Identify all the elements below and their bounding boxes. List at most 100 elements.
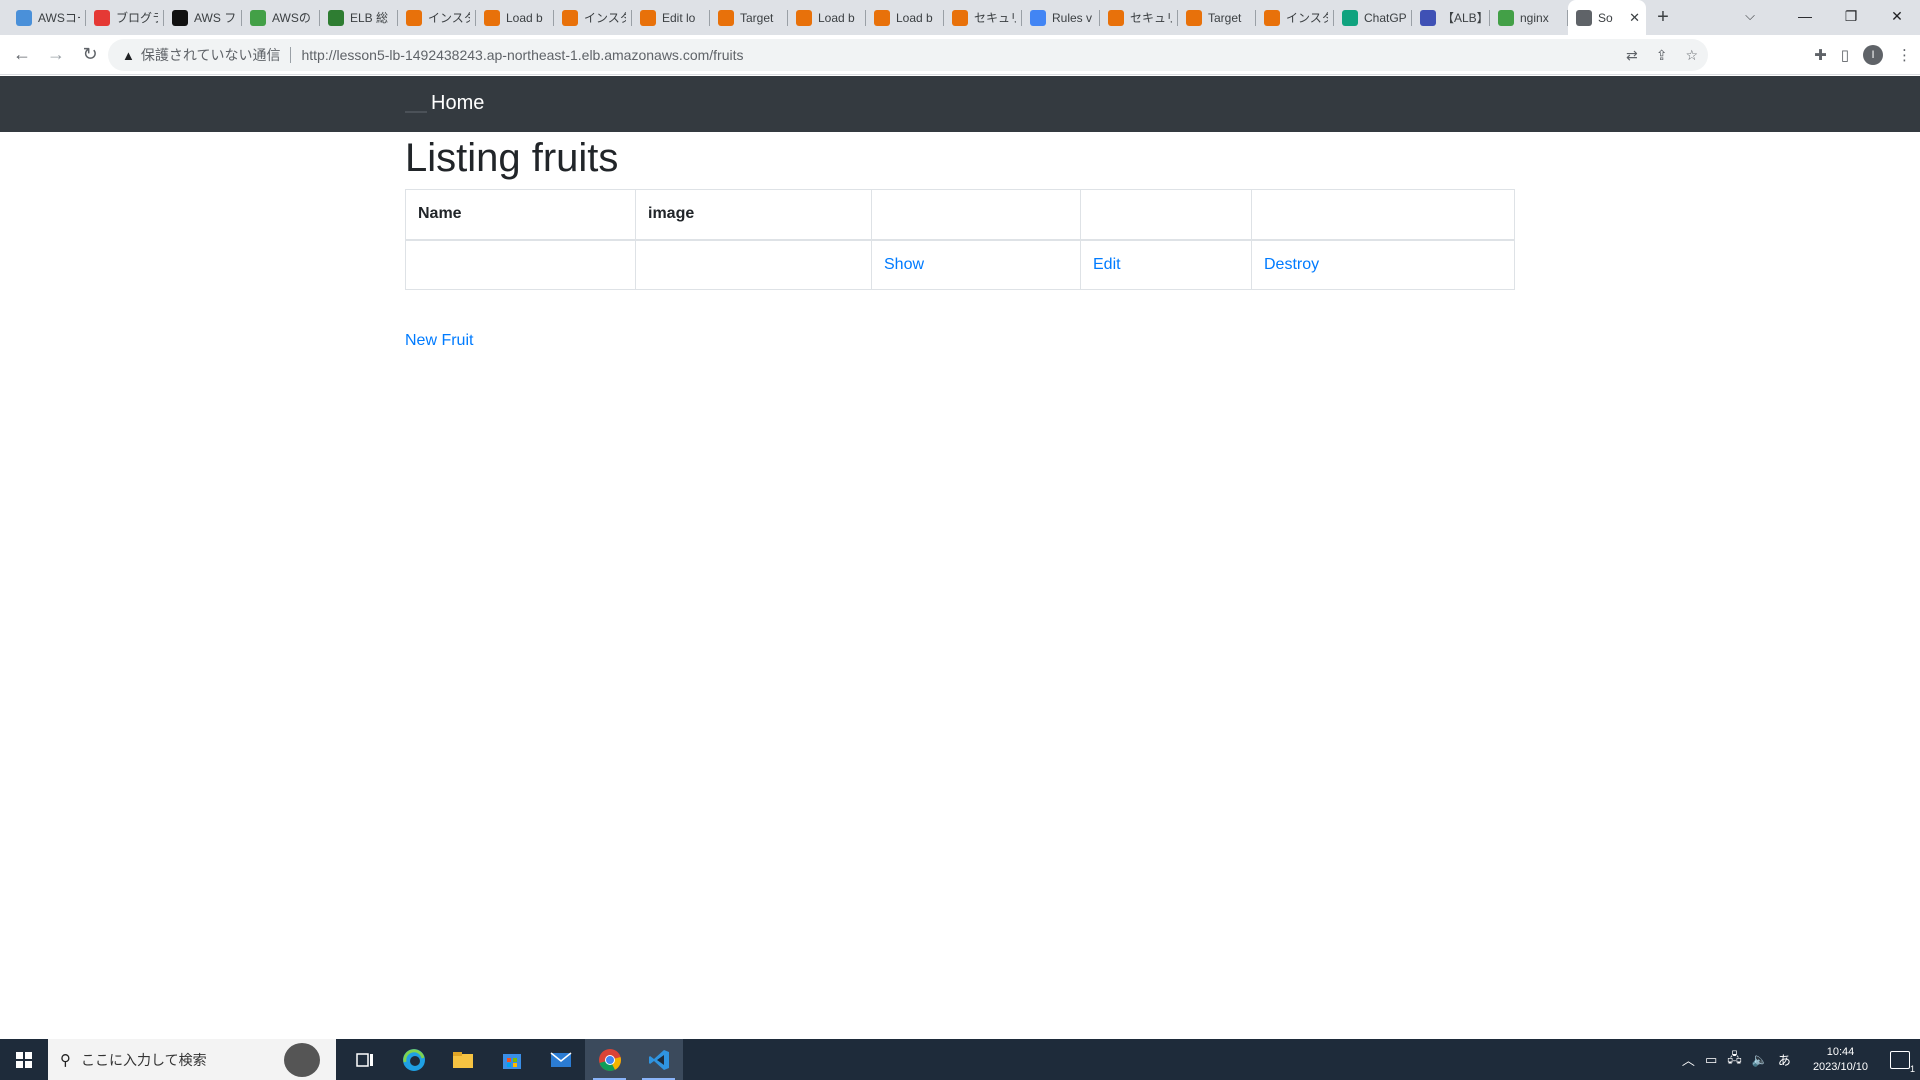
column-header-edit xyxy=(1080,189,1252,241)
nav-home-link[interactable]: Home xyxy=(431,92,484,115)
tab-favicon-icon xyxy=(1264,9,1280,26)
tab-title: ChatGP xyxy=(1364,10,1406,25)
browser-tab[interactable]: 【ALB】 xyxy=(1412,0,1490,35)
tab-title: インスタ xyxy=(584,11,626,25)
profile-avatar[interactable]: I xyxy=(1863,45,1883,65)
tab-title: セキュリ xyxy=(1130,11,1172,25)
clock[interactable]: 10:44 2023/10/10 xyxy=(1813,1045,1868,1075)
notification-icon[interactable]: 1 xyxy=(1890,1050,1915,1074)
file-explorer-icon[interactable] xyxy=(438,1039,487,1080)
tab-favicon-icon xyxy=(796,9,812,26)
tab-favicon-icon xyxy=(406,9,422,26)
tab-favicon-icon xyxy=(1576,9,1592,26)
browser-tab[interactable]: ELB 総 xyxy=(320,0,398,35)
browser-tab[interactable]: AWSコー xyxy=(8,0,86,35)
destroy-link[interactable]: Destroy xyxy=(1264,256,1319,273)
browser-tab[interactable]: Load b xyxy=(788,0,866,35)
cell-destroy: Destroy xyxy=(1251,239,1515,290)
share-icon[interactable]: ⇪ xyxy=(1656,47,1668,64)
volume-icon[interactable]: 🔈 xyxy=(1752,1052,1768,1068)
browser-tab[interactable]: セキュリ xyxy=(944,0,1022,35)
edge-browser-icon[interactable] xyxy=(389,1039,438,1080)
browser-tab[interactable]: ChatGP xyxy=(1334,0,1412,35)
table-header-row: Name image xyxy=(405,189,1515,241)
translate-icon[interactable]: ⇄ xyxy=(1626,47,1638,64)
security-label[interactable]: 保護されていない通信 xyxy=(141,45,281,65)
show-hidden-icons-icon[interactable]: ︿ xyxy=(1682,1050,1695,1069)
taskbar-search-placeholder: ここに入力して検索 xyxy=(81,1051,207,1068)
clock-date: 2023/10/10 xyxy=(1812,1060,1868,1073)
system-tray: ︿ ▭ 🖧 🔈 あ 10:44 2023/10/10 1 xyxy=(1682,1039,1920,1080)
windows-taskbar: ⚲ ここに入力して検索 ︿ ▭ 🖧 🔈 あ 10:44 2023/10/10 1 xyxy=(0,1039,1920,1080)
browser-tab[interactable]: nginx xyxy=(1490,0,1568,35)
tab-title: Load b xyxy=(818,10,855,25)
cell-edit: Edit xyxy=(1080,239,1252,290)
table-row: Show Edit Destroy xyxy=(405,239,1515,290)
ime-indicator[interactable]: あ xyxy=(1778,1050,1791,1069)
bookmark-star-icon[interactable]: ☆ xyxy=(1685,47,1698,64)
warning-icon[interactable]: ▲ xyxy=(122,48,135,63)
cell-name xyxy=(405,239,636,290)
main-container: Listing fruits Name image Show Edit Dest… xyxy=(405,132,1515,350)
side-panel-icon[interactable]: ▯ xyxy=(1841,46,1849,64)
browser-tab[interactable]: Rules v xyxy=(1022,0,1100,35)
show-link[interactable]: Show xyxy=(884,256,924,273)
taskbar-search-box[interactable]: ⚲ ここに入力して検索 xyxy=(48,1039,336,1080)
tab-title: nginx xyxy=(1520,10,1549,25)
tab-favicon-icon xyxy=(250,9,266,26)
device-icon[interactable]: ▭ xyxy=(1705,1052,1717,1068)
browser-tab[interactable]: AWSの xyxy=(242,0,320,35)
close-tab-icon[interactable]: ✕ xyxy=(1629,10,1640,26)
tab-favicon-icon xyxy=(1420,9,1436,26)
browser-tab[interactable]: インスタ xyxy=(554,0,632,35)
vscode-icon[interactable] xyxy=(634,1039,683,1080)
tab-title: AWS フ xyxy=(194,11,236,25)
minimize-icon[interactable]: — xyxy=(1782,0,1828,32)
restore-icon[interactable]: ❐ xyxy=(1828,0,1874,32)
cell-image xyxy=(635,239,872,290)
search-highlight-image[interactable] xyxy=(284,1043,320,1077)
task-view-icon[interactable] xyxy=(340,1039,389,1080)
browser-tab[interactable]: Target xyxy=(710,0,788,35)
browser-tab[interactable]: セキュリ xyxy=(1100,0,1178,35)
reload-icon[interactable]: ↻ xyxy=(74,39,106,71)
page-title: Listing fruits xyxy=(405,136,619,180)
browser-tab[interactable]: Load b xyxy=(476,0,554,35)
tab-title: セキュリ xyxy=(974,11,1016,25)
tab-search-icon[interactable]: ⌵ xyxy=(1730,0,1770,32)
url-text[interactable]: http://lesson5-lb-1492438243.ap-northeas… xyxy=(301,47,743,63)
browser-tab[interactable]: AWS フ xyxy=(164,0,242,35)
back-icon[interactable]: ← xyxy=(6,39,38,71)
browser-tab[interactable]: Load b xyxy=(866,0,944,35)
new-tab-button[interactable]: + xyxy=(1646,0,1680,35)
new-fruit-link[interactable]: New Fruit xyxy=(405,332,1515,350)
close-window-icon[interactable]: ✕ xyxy=(1874,0,1920,32)
chrome-icon[interactable] xyxy=(585,1039,634,1080)
start-button[interactable] xyxy=(0,1039,48,1080)
tab-title: Target xyxy=(1208,10,1242,25)
browser-toolbar: ← → ↻ ▲ 保護されていない通信 http://lesson5-lb-149… xyxy=(0,35,1920,75)
browser-tab[interactable]: Target xyxy=(1178,0,1256,35)
tab-favicon-icon xyxy=(328,9,344,26)
browser-tab[interactable]: Edit lo xyxy=(632,0,710,35)
tab-title: インスタ xyxy=(428,11,470,25)
store-icon[interactable] xyxy=(487,1039,536,1080)
browser-tab[interactable]: ブログラ xyxy=(86,0,164,35)
mail-icon[interactable] xyxy=(536,1039,585,1080)
fruits-table: Name image Show Edit Destroy xyxy=(405,189,1515,290)
windows-logo-icon xyxy=(16,1051,32,1068)
tab-title: Edit lo xyxy=(662,10,696,25)
address-bar[interactable]: ▲ 保護されていない通信 http://lesson5-lb-149243824… xyxy=(108,39,1708,71)
forward-icon[interactable]: → xyxy=(40,39,72,71)
menu-icon[interactable]: ⋮ xyxy=(1897,46,1912,64)
browser-tab-strip: AWSコー ブログラ AWS フ AWSの ELB 総 インスタ Load b インスタ Edi… xyxy=(0,0,1920,35)
tab-favicon-icon xyxy=(874,9,890,26)
tab-favicon-icon xyxy=(1108,9,1124,26)
network-icon[interactable]: 🖧 xyxy=(1727,1049,1742,1071)
browser-tab[interactable]: インスタ xyxy=(398,0,476,35)
edit-link[interactable]: Edit xyxy=(1093,256,1121,273)
extensions-icon[interactable]: ✚ xyxy=(1814,46,1827,64)
browser-tab[interactable]: インスタ xyxy=(1256,0,1334,35)
tab-active[interactable]: So ✕ xyxy=(1568,0,1646,35)
navbar-toggler[interactable] xyxy=(405,111,427,113)
